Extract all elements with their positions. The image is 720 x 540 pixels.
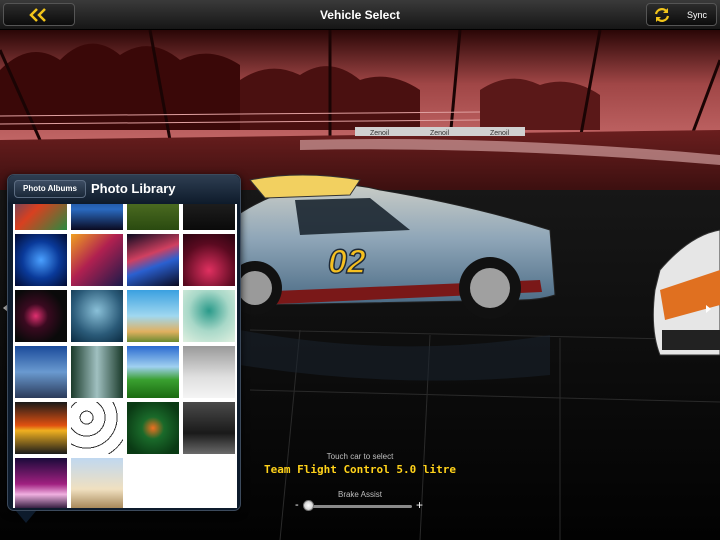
photo-albums-button[interactable]: Photo Albums <box>14 180 86 198</box>
photo-thumbnail[interactable] <box>71 402 123 454</box>
photo-thumbnail[interactable] <box>15 290 67 342</box>
photo-thumbnail[interactable] <box>127 204 179 230</box>
vehicle-name: Team Flight Control 5.0 litre <box>263 463 457 476</box>
brake-assist-slider[interactable] <box>305 505 412 508</box>
popover-arrow <box>16 511 36 523</box>
photo-thumbnail[interactable] <box>127 290 179 342</box>
next-car-arrow-icon[interactable] <box>706 305 711 313</box>
photo-thumbnail[interactable] <box>183 402 235 454</box>
sync-arrows-icon <box>654 8 670 22</box>
photo-thumbnail[interactable] <box>183 204 235 230</box>
top-bar: Vehicle Select Sync <box>0 0 720 30</box>
popover-header: Photo Albums Photo Library <box>8 175 240 203</box>
photo-thumbnail[interactable] <box>15 204 67 230</box>
brake-assist-slider-thumb[interactable] <box>303 500 314 511</box>
photo-thumbnail[interactable] <box>127 234 179 286</box>
photo-thumbnail[interactable] <box>71 346 123 398</box>
photo-thumbnail[interactable] <box>127 346 179 398</box>
photo-thumbnail[interactable] <box>71 204 123 230</box>
photo-thumbnail[interactable] <box>15 346 67 398</box>
photo-thumbnail[interactable] <box>183 290 235 342</box>
photo-thumbnail[interactable] <box>15 234 67 286</box>
photo-thumbnail[interactable] <box>127 402 179 454</box>
photo-thumbnail[interactable] <box>71 234 123 286</box>
photo-library-title: Photo Library <box>91 181 176 196</box>
photo-thumbnail[interactable] <box>183 234 235 286</box>
brake-assist-minus[interactable]: - <box>295 499 299 511</box>
brake-assist-label: Brake Assist <box>337 490 382 499</box>
sync-label: Sync <box>687 10 708 20</box>
photo-thumbnail[interactable] <box>71 290 123 342</box>
brake-assist-plus[interactable]: + <box>416 498 423 512</box>
barrier-text-1: Zenoil <box>370 130 390 137</box>
barrier-text-2: Zenoil <box>430 130 450 137</box>
photo-thumbnail[interactable] <box>183 346 235 398</box>
sync-button[interactable]: Sync <box>646 3 717 26</box>
page-title: Vehicle Select <box>319 8 401 22</box>
touch-hint: Touch car to select <box>326 452 394 461</box>
photo-thumbnail[interactable] <box>15 402 67 454</box>
barrier-text-3: Zenoil <box>490 130 510 137</box>
car-number: 02 <box>328 243 366 281</box>
